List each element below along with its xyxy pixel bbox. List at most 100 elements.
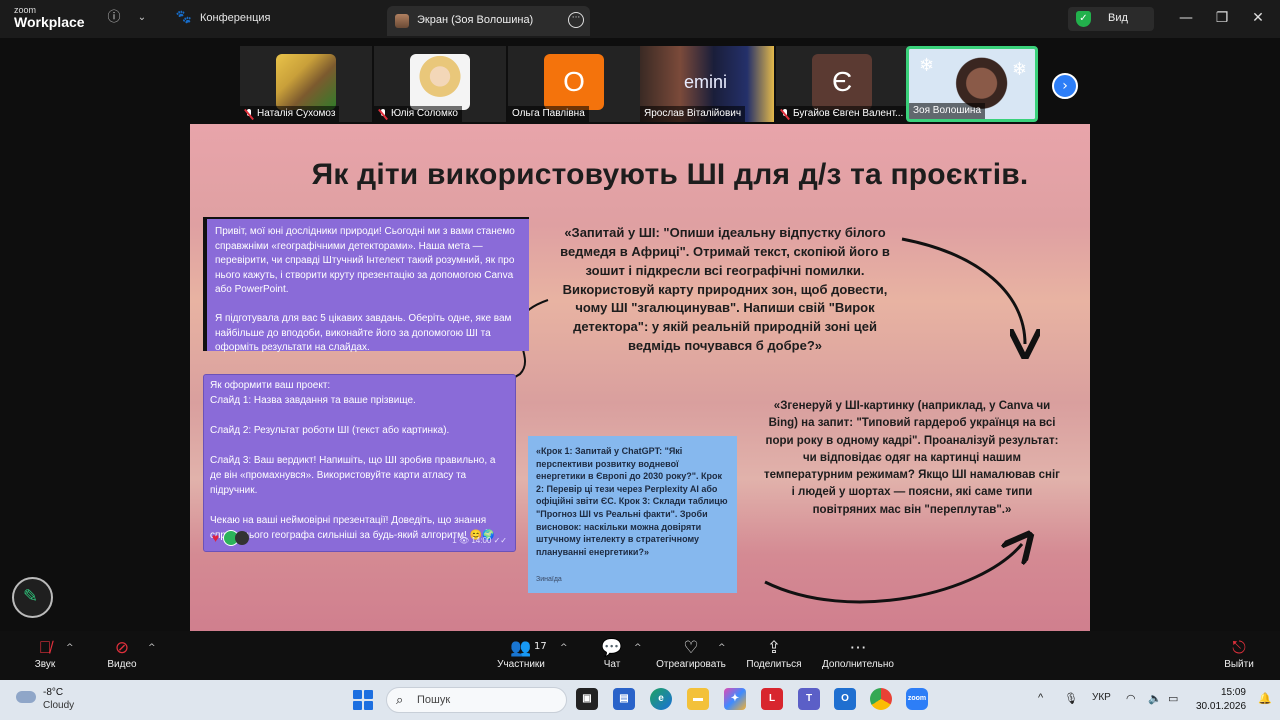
outlook-icon[interactable]: O (834, 688, 856, 710)
task-quote-polar-bear: «Запитай у ШІ: "Опиши ідеальну відпустку… (560, 225, 890, 354)
view-button[interactable]: ✓ Вид (1068, 7, 1154, 31)
participant-tile[interactable]: emini Ярослав Віталійович (640, 46, 774, 122)
reaction-avatar (235, 531, 250, 545)
react-options-chevron-icon[interactable]: ^ (718, 643, 726, 653)
chat-bubble-icon: 💬 (601, 638, 623, 657)
participant-photo (410, 54, 470, 110)
shield-check-icon: ✓ (1076, 11, 1091, 27)
message-timestamp: 1 👁 14:00 ✓✓ (452, 536, 507, 545)
teams-icon[interactable]: T (798, 688, 820, 710)
participant-avatar-letter: Є (812, 54, 872, 110)
tab-screen-share-label: Экран (Зоя Волошина) (417, 14, 534, 26)
message-reactions: ♥ (212, 529, 250, 547)
chevron-up-icon[interactable]: ^ (1038, 692, 1043, 704)
snowflake-icon: ❄ (1011, 59, 1027, 80)
audio-button-label: Звук (34, 659, 56, 670)
chevron-down-icon[interactable]: ⌄ (133, 9, 151, 27)
meeting-controls-bar: 🎙̸ Звук ^ ⊘ Видео ^ 👥 Участники 17 ^ 💬 Ч… (0, 631, 1280, 680)
participant-tile[interactable]: Наталія Сухомоз (240, 46, 372, 122)
store-icon[interactable]: ▤ (613, 688, 635, 710)
title-bar: zoom Workplace ⓘ ⌄ 🐾 Конференция Экран (… (0, 0, 1280, 38)
restore-icon[interactable]: ❐ (1212, 9, 1232, 27)
chat-options-chevron-icon[interactable]: ^ (634, 643, 642, 653)
info-icon[interactable]: ⓘ (105, 9, 123, 27)
keyboard-language[interactable]: УКР (1092, 692, 1111, 703)
microphone-icon[interactable]: 🎙 (1064, 692, 1078, 705)
share-screen-icon: ⇪ (766, 638, 782, 657)
meeting-tab-label[interactable]: Конференция (200, 12, 270, 24)
more-button[interactable]: ⋯ Дополнительно (818, 637, 898, 670)
gemini-overlay-text: emini (684, 72, 728, 92)
video-off-icon: ⊘ (114, 638, 130, 657)
minimize-icon[interactable]: — (1176, 9, 1196, 27)
mic-muted-icon (378, 108, 388, 120)
chat-button[interactable]: 💬 Чат (598, 637, 626, 670)
next-page-button[interactable]: › (1052, 73, 1078, 99)
zoom-taskbar-icon[interactable]: zoom (906, 688, 928, 710)
pencil-icon: ✎ (23, 586, 39, 607)
chat-button-label: Чат (603, 659, 621, 670)
paw-icon: 🐾 (175, 10, 193, 25)
copilot-icon[interactable]: ✦ (724, 688, 746, 710)
heart-icon: ♥ (212, 531, 220, 545)
participant-tile[interactable]: О Ольга Павлівна (508, 46, 640, 122)
participant-name: Зоя Волошина (909, 103, 986, 119)
zoom-logo: zoom Workplace (14, 6, 85, 30)
system-clock[interactable]: 15:09 30.01.2026 (1196, 686, 1246, 713)
edge-icon[interactable]: e (650, 688, 672, 710)
tab-screen-share[interactable]: Экран (Зоя Волошина) ··· (387, 6, 590, 36)
wifi-icon[interactable]: ◠ (1126, 692, 1136, 705)
speaker-icon[interactable]: 🔈 (1148, 692, 1162, 705)
windows-taskbar: -8°C Cloudy ⌕ Пошук ▣ ▤ e ▬ ✦ L T O zoom… (0, 680, 1280, 720)
battery-icon[interactable]: ▭ (1168, 692, 1178, 705)
more-options-icon[interactable]: ··· (568, 12, 584, 28)
snowflake-icon: ❄ (919, 55, 935, 76)
shared-screen-slide: Як діти використовують ШІ для д/з та про… (190, 124, 1090, 631)
participant-tile[interactable]: Юлія Соломко (374, 46, 506, 122)
mic-muted-icon: 🎙̸ (38, 638, 52, 657)
participant-name: Ольга Павлівна (508, 106, 589, 122)
weather-temperature: -8°C (43, 687, 64, 698)
sticky-note-author: Зинаїда (536, 576, 562, 584)
logo-big-text: Workplace (14, 14, 85, 30)
leave-button[interactable]: ⎋ Выйти (1222, 637, 1256, 670)
task-view-icon[interactable]: ▣ (576, 688, 598, 710)
view-button-label: Вид (1108, 12, 1128, 24)
participant-name: Ярослав Віталійович (640, 106, 746, 122)
sticky-note-hydrogen: «Крок 1: Запитай у ChatGPT: "Які перспек… (528, 436, 737, 593)
react-button[interactable]: ♡ Отреагировать (654, 637, 728, 670)
close-icon[interactable]: ✕ (1248, 9, 1268, 27)
chat-message-text: Як оформити ваш проект: Слайд 1: Назва з… (210, 380, 496, 541)
cloud-icon (16, 691, 36, 703)
audio-button[interactable]: 🎙̸ Звук (30, 637, 60, 670)
taskbar-search[interactable]: ⌕ Пошук (386, 687, 567, 713)
participant-photo (276, 54, 336, 110)
participants-count: 17 (534, 641, 547, 652)
participant-tile[interactable]: Є Бугайов Євген Валент... (776, 46, 908, 122)
video-button-label: Видео (107, 659, 137, 670)
file-explorer-icon[interactable]: ▬ (687, 688, 709, 710)
chrome-icon[interactable] (870, 688, 892, 710)
participant-name: Юлія Соломко (374, 106, 462, 122)
participant-name: Наталія Сухомоз (240, 106, 340, 122)
chat-message-instructions: Як оформити ваш проект: Слайд 1: Назва з… (203, 374, 516, 552)
participant-avatar-letter: О (544, 54, 604, 110)
notification-icon[interactable]: 🔔 (1258, 692, 1272, 705)
video-button[interactable]: ⊘ Видео (104, 637, 140, 670)
share-button[interactable]: ⇪ Поделиться (744, 637, 804, 670)
video-options-chevron-icon[interactable]: ^ (148, 643, 156, 653)
heart-outline-icon: ♡ (683, 638, 699, 657)
participants-strip: Наталія Сухомоз Юлія Соломко О Ольга Пав… (0, 38, 1280, 124)
search-placeholder: Пошук (417, 694, 451, 706)
task-quote-wardrobe: «Згенеруй у ШІ-картинку (наприклад, у Ca… (764, 400, 1060, 516)
weather-condition: Cloudy (43, 700, 75, 711)
participants-options-chevron-icon[interactable]: ^ (560, 643, 568, 653)
annotate-button[interactable]: ✎ (12, 577, 53, 618)
app-l-icon[interactable]: L (761, 688, 783, 710)
start-button[interactable] (353, 690, 373, 710)
participant-tile-active-speaker[interactable]: ❄ ❄ Зоя Волошина (906, 46, 1038, 122)
participant-name: Бугайов Євген Валент... (776, 106, 908, 122)
leave-door-icon: ⎋ (1232, 638, 1246, 657)
more-dots-icon: ⋯ (849, 638, 867, 657)
audio-options-chevron-icon[interactable]: ^ (66, 643, 74, 653)
